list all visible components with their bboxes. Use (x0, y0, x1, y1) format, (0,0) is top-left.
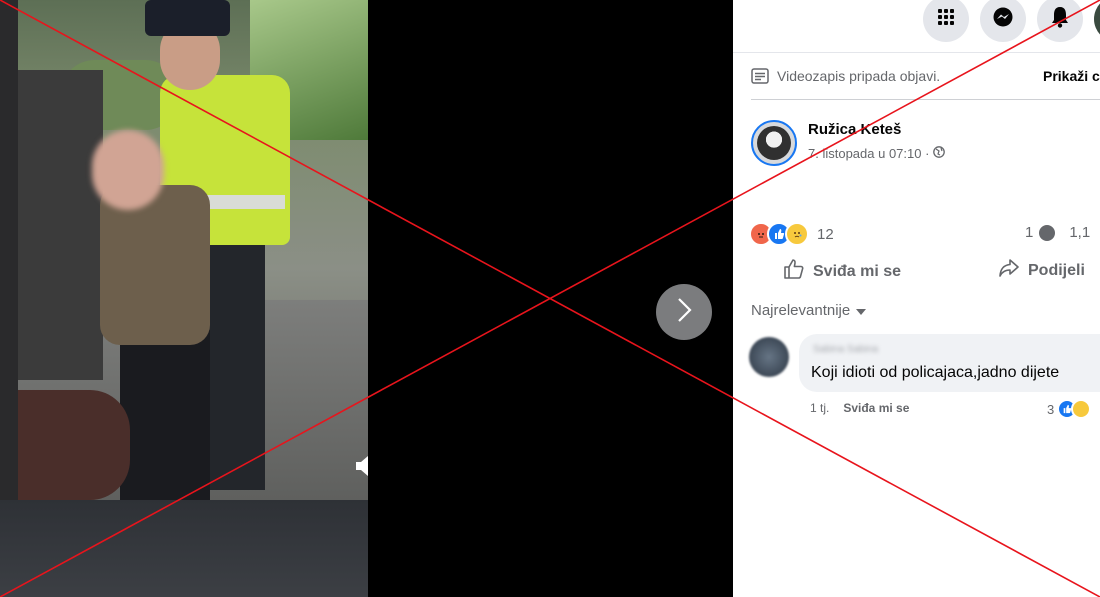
notifications-button[interactable] (1037, 0, 1083, 42)
share-button[interactable]: Podijeli (998, 258, 1085, 283)
messenger-button[interactable] (980, 0, 1026, 42)
notice-icon (751, 68, 769, 84)
profile-button[interactable] (1094, 0, 1100, 42)
child-legs (120, 330, 210, 500)
comment-like-button[interactable]: Sviđa mi se (843, 401, 909, 415)
author-avatar[interactable] (751, 120, 797, 166)
comment-bubble: Sabina Sabina Koji idioti od policajaca,… (799, 334, 1100, 392)
foreground-hand (0, 390, 130, 500)
video-lower-area (0, 500, 368, 597)
show-post-link[interactable]: Prikaži c (1043, 68, 1100, 84)
comment-text: Koji idioti od policajaca,jadno dijete (811, 364, 1060, 381)
comment-reactions[interactable]: 3 (1047, 399, 1092, 419)
post-panel: Videozapis pripada objavi. Prikaži c Ruž… (733, 0, 1100, 597)
comment-time[interactable]: 1 tj. (810, 401, 829, 415)
video-notice: Videozapis pripada objavi. Prikaži c (751, 64, 1100, 88)
thumbs-up-icon (783, 258, 805, 285)
divider (751, 99, 1100, 100)
post-author[interactable]: Ružica Keteš (808, 121, 901, 138)
video-area (0, 0, 733, 597)
comment-count[interactable]: 1 (1025, 224, 1033, 241)
avatar-image (757, 126, 791, 160)
caret-down-icon (856, 302, 867, 319)
share-arrow-icon (998, 258, 1020, 283)
reaction-count: 12 (817, 225, 834, 243)
post-actions: Sviđa mi se Podijeli (733, 258, 1100, 288)
top-nav-bar (733, 0, 1100, 53)
globe-icon (933, 146, 946, 161)
next-video-button[interactable] (656, 284, 712, 340)
reaction-summary[interactable]: 12 (749, 222, 834, 246)
share-count[interactable]: 1,1 (1069, 224, 1090, 241)
share-label: Podijeli (1028, 261, 1085, 279)
bystander (18, 70, 103, 380)
notice-text: Videozapis pripada objavi. (777, 68, 941, 84)
like-button[interactable]: Sviđa mi se (783, 258, 901, 285)
comment-author-avatar[interactable] (749, 337, 789, 377)
bell-icon (1050, 6, 1070, 33)
comment-meta: 1 tj. Sviđa mi se (810, 401, 909, 415)
sort-label: Najrelevantnije (751, 302, 851, 319)
child-body (100, 185, 210, 345)
video-left-edge (0, 0, 18, 500)
post-date-text[interactable]: 7. listopada u 07:10 · (808, 146, 929, 161)
messenger-icon (992, 6, 1014, 33)
sad-reaction-icon (785, 222, 809, 246)
comment-sort-dropdown[interactable]: Najrelevantnije (751, 302, 867, 319)
child-head-blurred (92, 130, 164, 210)
engagement-counts: 1 1,1 (1025, 224, 1090, 241)
video-frame[interactable] (0, 0, 368, 597)
comment-author-name[interactable]: Sabina Sabina (813, 344, 878, 356)
menu-button[interactable] (923, 0, 969, 42)
grid-menu-icon (937, 8, 955, 31)
comment-bubble-icon (1039, 224, 1056, 241)
chevron-right-icon (675, 297, 693, 328)
volume-icon[interactable] (356, 456, 368, 476)
officer-hat (145, 0, 230, 36)
comment-reaction-count: 3 (1047, 401, 1055, 417)
sad-reaction-icon (1071, 399, 1092, 419)
like-label: Sviđa mi se (813, 262, 902, 280)
post-date: 7. listopada u 07:10 · (808, 146, 946, 161)
